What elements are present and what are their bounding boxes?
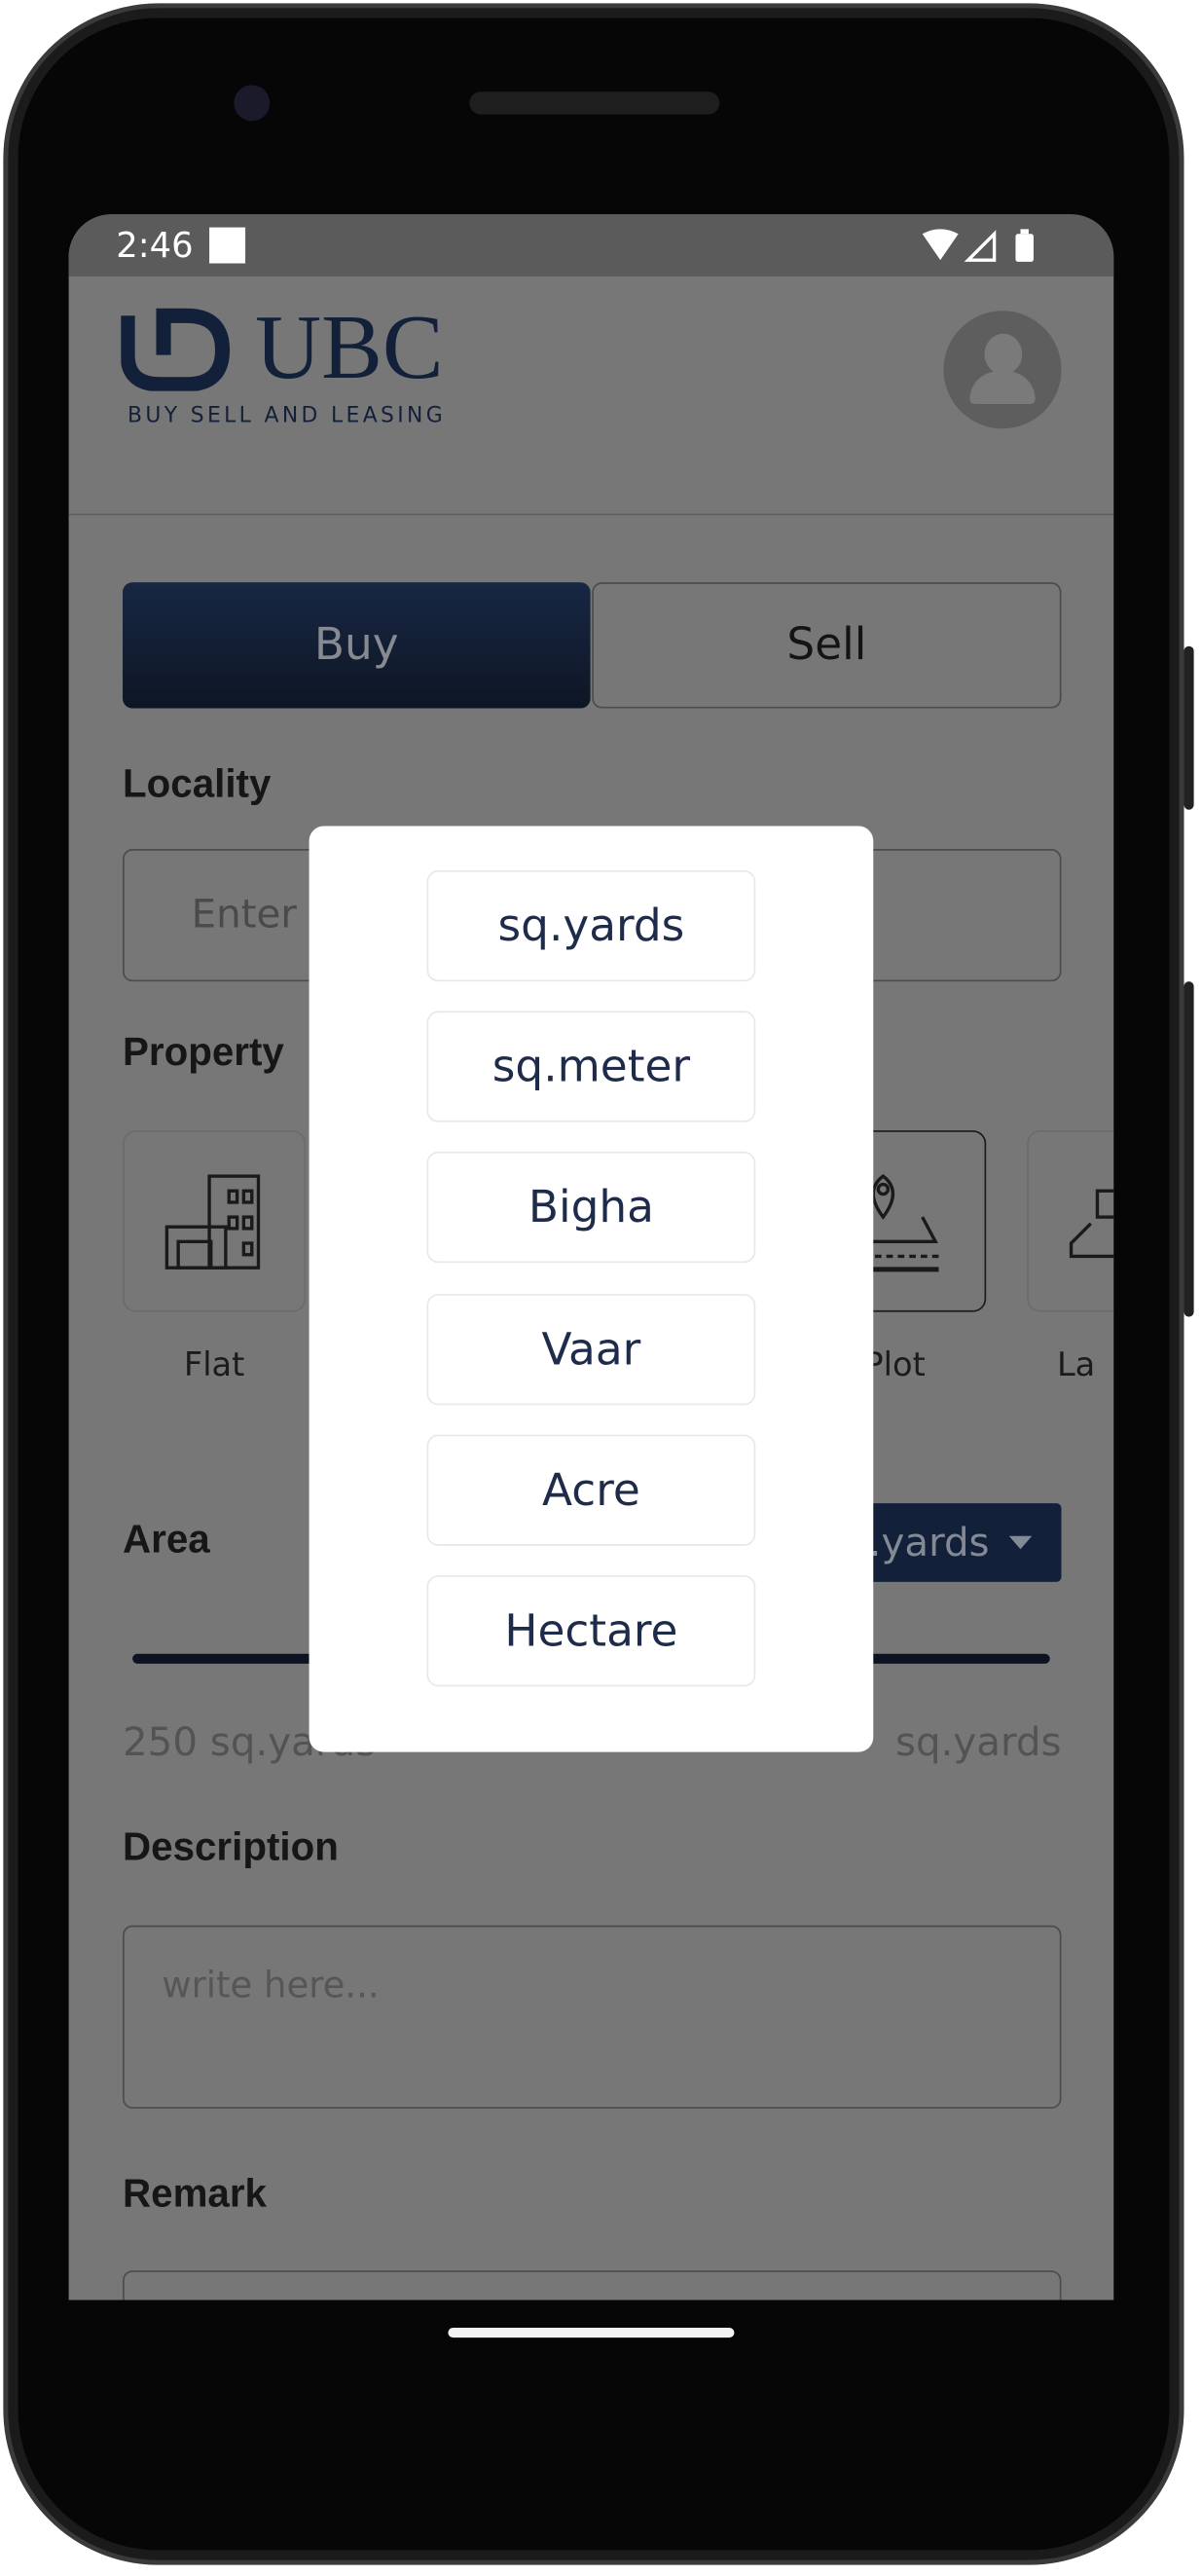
- user-avatar-icon[interactable]: [943, 311, 1062, 429]
- land-icon: [1069, 1189, 1114, 1259]
- battery-icon: [1015, 234, 1034, 262]
- unit-picker-dialog: sq.yards sq.meter Bigha Vaar Acre Hectar…: [309, 826, 874, 1752]
- property-card-land[interactable]: [1027, 1130, 1114, 1312]
- header-divider: [68, 513, 1114, 516]
- logo-mark-icon: [120, 306, 240, 392]
- unit-option-bigha[interactable]: Bigha: [426, 1151, 756, 1264]
- description-placeholder: write here...: [162, 1966, 380, 2007]
- buy-tab[interactable]: Buy: [123, 582, 591, 709]
- locality-placeholder: Enter: [191, 891, 297, 938]
- unit-option-acre[interactable]: Acre: [426, 1434, 756, 1546]
- property-card-flat[interactable]: [123, 1130, 307, 1312]
- home-indicator[interactable]: [448, 2328, 735, 2338]
- building-icon: [164, 1174, 261, 1270]
- description-textarea[interactable]: write here...: [123, 1925, 1062, 2109]
- unit-option-vaar[interactable]: Vaar: [426, 1294, 756, 1406]
- locality-label: Locality: [123, 762, 272, 807]
- notification-square-icon: [209, 227, 246, 264]
- property-label-flat: Flat: [183, 1344, 245, 1384]
- remark-input[interactable]: [123, 2270, 1062, 2300]
- property-label: Property: [123, 1030, 284, 1075]
- brand-name: UBC: [255, 297, 444, 399]
- ubc-logo: UBC BUY SELL AND LEASING: [120, 298, 444, 428]
- remark-label: Remark: [123, 2172, 267, 2217]
- area-max-label: sq.yards: [895, 1718, 1062, 1766]
- area-label: Area: [123, 1518, 210, 1563]
- signal-icon: [964, 230, 997, 262]
- brand-tagline: BUY SELL AND LEASING: [127, 404, 447, 429]
- property-label-land: La: [1056, 1344, 1096, 1384]
- speaker-grille: [469, 92, 720, 115]
- unit-option-hectare[interactable]: Hectare: [426, 1575, 756, 1687]
- status-bar: 2:46: [68, 214, 1114, 276]
- unit-option-sq-yards[interactable]: sq.yards: [426, 869, 756, 982]
- front-camera: [234, 85, 271, 122]
- description-label: Description: [123, 1825, 339, 1870]
- wifi-signal-battery-icons: [922, 229, 1034, 262]
- power-button: [1184, 981, 1194, 1317]
- unit-option-sq-meter[interactable]: sq.meter: [426, 1011, 756, 1122]
- chevron-down-icon: [1008, 1535, 1033, 1550]
- wifi-icon: [922, 229, 959, 261]
- volume-button: [1184, 645, 1194, 810]
- sell-tab[interactable]: Sell: [592, 582, 1062, 709]
- status-time: 2:46: [116, 225, 194, 266]
